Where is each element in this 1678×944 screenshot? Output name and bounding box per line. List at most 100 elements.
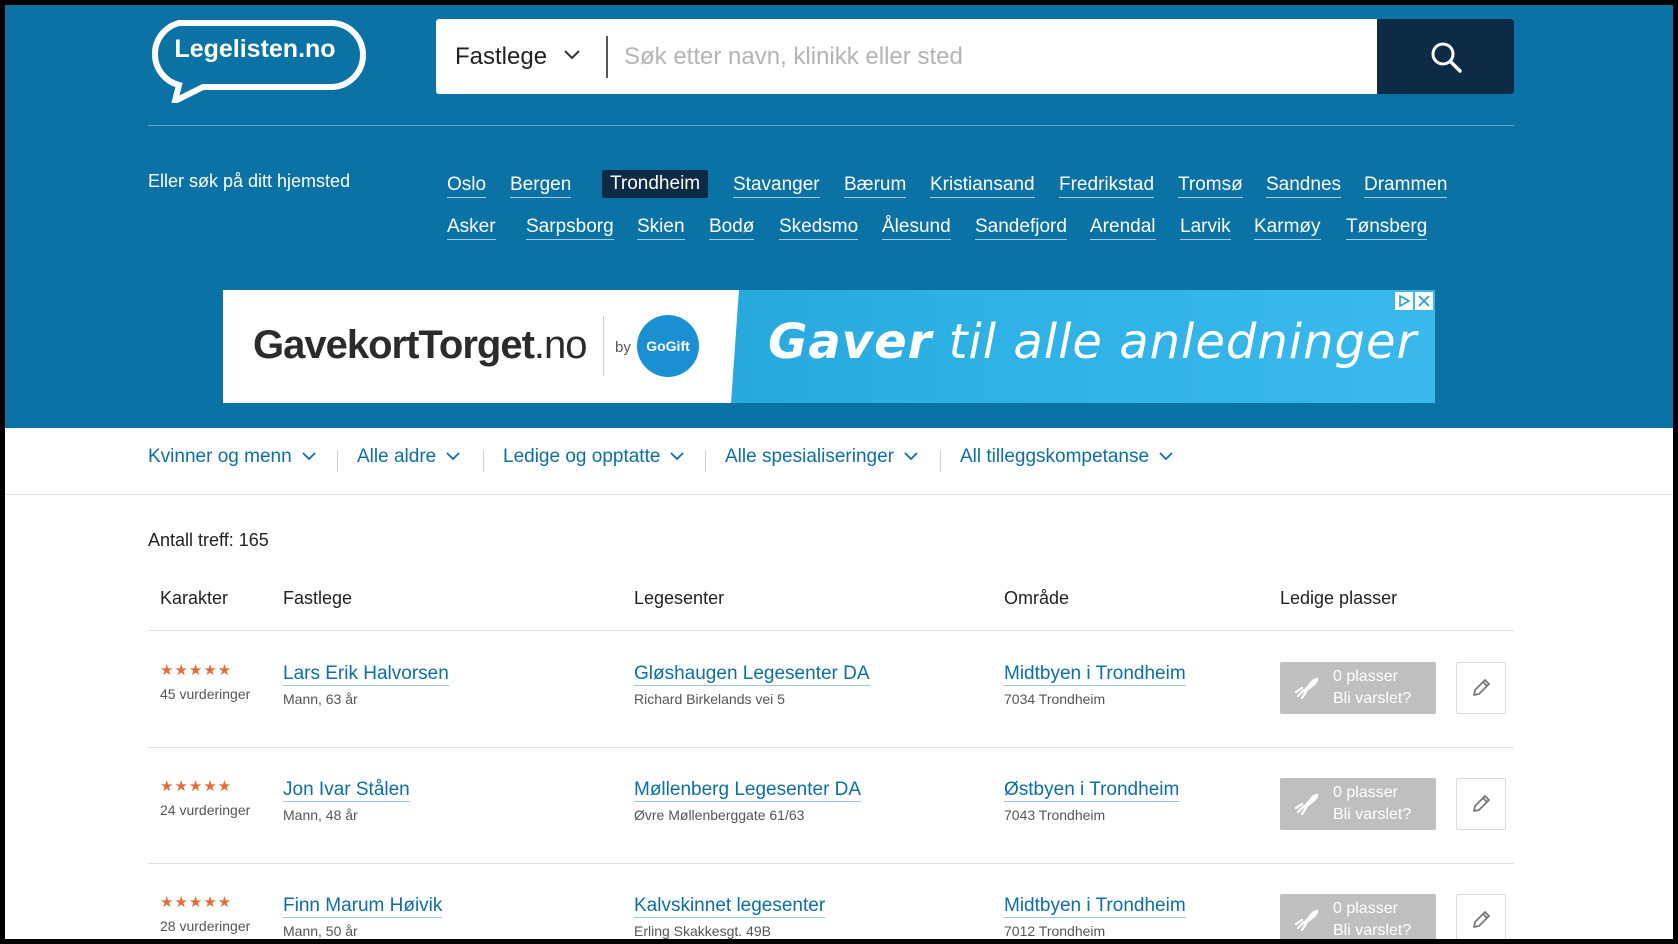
city-link-baerum[interactable]: Bærum bbox=[844, 173, 907, 198]
city-link-arendal[interactable]: Arendal bbox=[1090, 215, 1156, 240]
city-link-sandefjord[interactable]: Sandefjord bbox=[975, 215, 1067, 240]
doctor-meta: Mann, 48 år bbox=[283, 807, 358, 823]
city-link-larvik[interactable]: Larvik bbox=[1180, 215, 1231, 240]
slots-count: 0 plasser bbox=[1333, 900, 1398, 917]
ad-controls bbox=[1395, 292, 1433, 310]
table-row: ★★★★★ 28 vurderinger Finn Marum Høivik M… bbox=[148, 863, 1514, 939]
filter-competence[interactable]: All tilleggskompetanse bbox=[960, 446, 1173, 468]
gogift-badge: GoGift bbox=[637, 315, 699, 377]
notify-button[interactable]: 0 plasser Bli varslet? bbox=[1280, 778, 1436, 830]
browser-viewport: Legelisten.no Fastlege Eller søk på ditt… bbox=[5, 5, 1673, 939]
ad-separator bbox=[603, 316, 604, 376]
filter-bar: Kvinner og menn Alle aldre Ledige og opp… bbox=[5, 428, 1673, 495]
adchoices-icon[interactable] bbox=[1395, 292, 1413, 310]
city-link-oslo[interactable]: Oslo bbox=[447, 173, 487, 198]
city-link-skien[interactable]: Skien bbox=[637, 215, 685, 240]
rocket-icon bbox=[1294, 793, 1319, 816]
center-name-link[interactable]: Gløshaugen Legesenter DA bbox=[634, 663, 870, 686]
ad-brand: GavekortTorget.no bbox=[253, 323, 587, 368]
chevron-down-icon bbox=[446, 452, 460, 461]
search-button[interactable] bbox=[1377, 19, 1514, 94]
column-header-area[interactable]: Område bbox=[1004, 588, 1069, 609]
column-header-rating[interactable]: Karakter bbox=[160, 588, 228, 609]
search-bar: Fastlege bbox=[436, 19, 1514, 94]
rocket-icon bbox=[1294, 909, 1319, 932]
filter-separator bbox=[705, 450, 706, 472]
city-link-bodo[interactable]: Bodø bbox=[709, 215, 755, 240]
city-link-trondheim-active[interactable]: Trondheim bbox=[602, 170, 709, 198]
site-header: Legelisten.no Fastlege Eller søk på ditt… bbox=[5, 5, 1673, 428]
slots-count: 0 plasser bbox=[1333, 668, 1398, 685]
center-address: Øvre Møllenberggate 61/63 bbox=[634, 807, 805, 823]
filter-competence-label: All tilleggskompetanse bbox=[960, 446, 1150, 467]
column-header-doctor[interactable]: Fastlege bbox=[283, 588, 352, 609]
filter-separator bbox=[337, 450, 338, 472]
search-type-select[interactable]: Fastlege bbox=[436, 19, 606, 94]
review-button[interactable] bbox=[1456, 894, 1506, 939]
search-type-value: Fastlege bbox=[455, 43, 548, 70]
center-name-link[interactable]: Møllenberg Legesenter DA bbox=[634, 779, 862, 802]
city-link-sarpsborg[interactable]: Sarpsborg bbox=[526, 215, 614, 240]
area-link[interactable]: Midtbyen i Trondheim bbox=[1004, 895, 1186, 918]
filter-age[interactable]: Alle aldre bbox=[357, 446, 460, 468]
area-postal: 7043 Trondheim bbox=[1004, 807, 1106, 823]
column-header-slots[interactable]: Ledige plasser bbox=[1280, 588, 1397, 609]
rating-stars: ★★★★★ bbox=[160, 778, 233, 795]
header-divider bbox=[148, 125, 1514, 126]
filter-availability-label: Ledige og opptatte bbox=[503, 446, 661, 467]
center-name-link[interactable]: Kalvskinnet legesenter bbox=[634, 895, 826, 918]
filter-specialization-label: Alle spesialiseringer bbox=[725, 446, 894, 467]
pencil-icon bbox=[1473, 795, 1490, 812]
ad-brand-tld: .no bbox=[533, 323, 588, 367]
city-link-skedsmo[interactable]: Skedsmo bbox=[779, 215, 859, 240]
city-link-alesund[interactable]: Ålesund bbox=[882, 215, 951, 240]
close-ad-icon[interactable] bbox=[1415, 292, 1433, 310]
filter-specialization[interactable]: Alle spesialiseringer bbox=[725, 446, 918, 468]
pencil-icon bbox=[1473, 679, 1490, 696]
site-logo[interactable]: Legelisten.no bbox=[145, 19, 371, 103]
notify-label: Bli varslet? bbox=[1333, 922, 1412, 939]
city-link-tonsberg[interactable]: Tønsberg bbox=[1346, 215, 1428, 240]
column-header-center[interactable]: Legesenter bbox=[634, 588, 724, 609]
ad-slogan: Gaver til alle anledninger bbox=[768, 314, 1417, 370]
rocket-icon bbox=[1294, 677, 1319, 700]
doctor-meta: Mann, 50 år bbox=[283, 923, 358, 939]
hometown-label: Eller søk på ditt hjemsted bbox=[148, 171, 351, 191]
area-link[interactable]: Østbyen i Trondheim bbox=[1004, 779, 1180, 802]
city-link-stavanger[interactable]: Stavanger bbox=[733, 173, 820, 198]
city-link-drammen[interactable]: Drammen bbox=[1364, 173, 1448, 198]
doctor-name-link[interactable]: Jon Ivar Stålen bbox=[283, 779, 410, 802]
doctor-name-link[interactable]: Finn Marum Høivik bbox=[283, 895, 443, 918]
notify-button[interactable]: 0 plasser Bli varslet? bbox=[1280, 662, 1436, 714]
logo-text: Legelisten.no bbox=[174, 35, 336, 63]
notify-button[interactable]: 0 plasser Bli varslet? bbox=[1280, 894, 1436, 939]
doctor-name-link[interactable]: Lars Erik Halvorsen bbox=[283, 663, 449, 686]
ad-slogan-rest: til alle anledninger bbox=[932, 314, 1418, 370]
filter-availability[interactable]: Ledige og opptatte bbox=[503, 446, 685, 468]
city-link-bergen[interactable]: Bergen bbox=[510, 173, 572, 198]
review-button[interactable] bbox=[1456, 662, 1506, 714]
review-button[interactable] bbox=[1456, 778, 1506, 830]
city-link-karmoy[interactable]: Karmøy bbox=[1254, 215, 1321, 240]
city-link-sandnes[interactable]: Sandnes bbox=[1266, 173, 1342, 198]
city-link-kristiansand[interactable]: Kristiansand bbox=[930, 173, 1035, 198]
ad-banner[interactable]: GavekortTorget.no by GoGift Gaver til al… bbox=[223, 290, 1435, 403]
pencil-icon bbox=[1473, 911, 1490, 928]
city-link-tromso[interactable]: Tromsø bbox=[1178, 173, 1243, 198]
rating-stars: ★★★★★ bbox=[160, 662, 233, 679]
center-address: Richard Birkelands vei 5 bbox=[634, 691, 785, 707]
review-count: 28 vurderinger bbox=[160, 918, 251, 934]
city-link-asker[interactable]: Asker bbox=[447, 215, 496, 240]
area-postal: 7012 Trondheim bbox=[1004, 923, 1106, 939]
table-row: ★★★★★ 45 vurderinger Lars Erik Halvorsen… bbox=[148, 631, 1514, 748]
search-divider bbox=[606, 36, 608, 78]
filter-separator bbox=[940, 450, 941, 472]
ad-brand-name: GavekortTorget bbox=[253, 323, 535, 367]
chevron-down-icon bbox=[904, 452, 918, 461]
search-input[interactable] bbox=[614, 19, 1344, 94]
filter-gender[interactable]: Kvinner og menn bbox=[148, 446, 316, 468]
city-link-fredrikstad[interactable]: Fredrikstad bbox=[1059, 173, 1155, 198]
filter-separator bbox=[483, 450, 484, 472]
review-count: 24 vurderinger bbox=[160, 802, 251, 818]
area-link[interactable]: Midtbyen i Trondheim bbox=[1004, 663, 1186, 686]
